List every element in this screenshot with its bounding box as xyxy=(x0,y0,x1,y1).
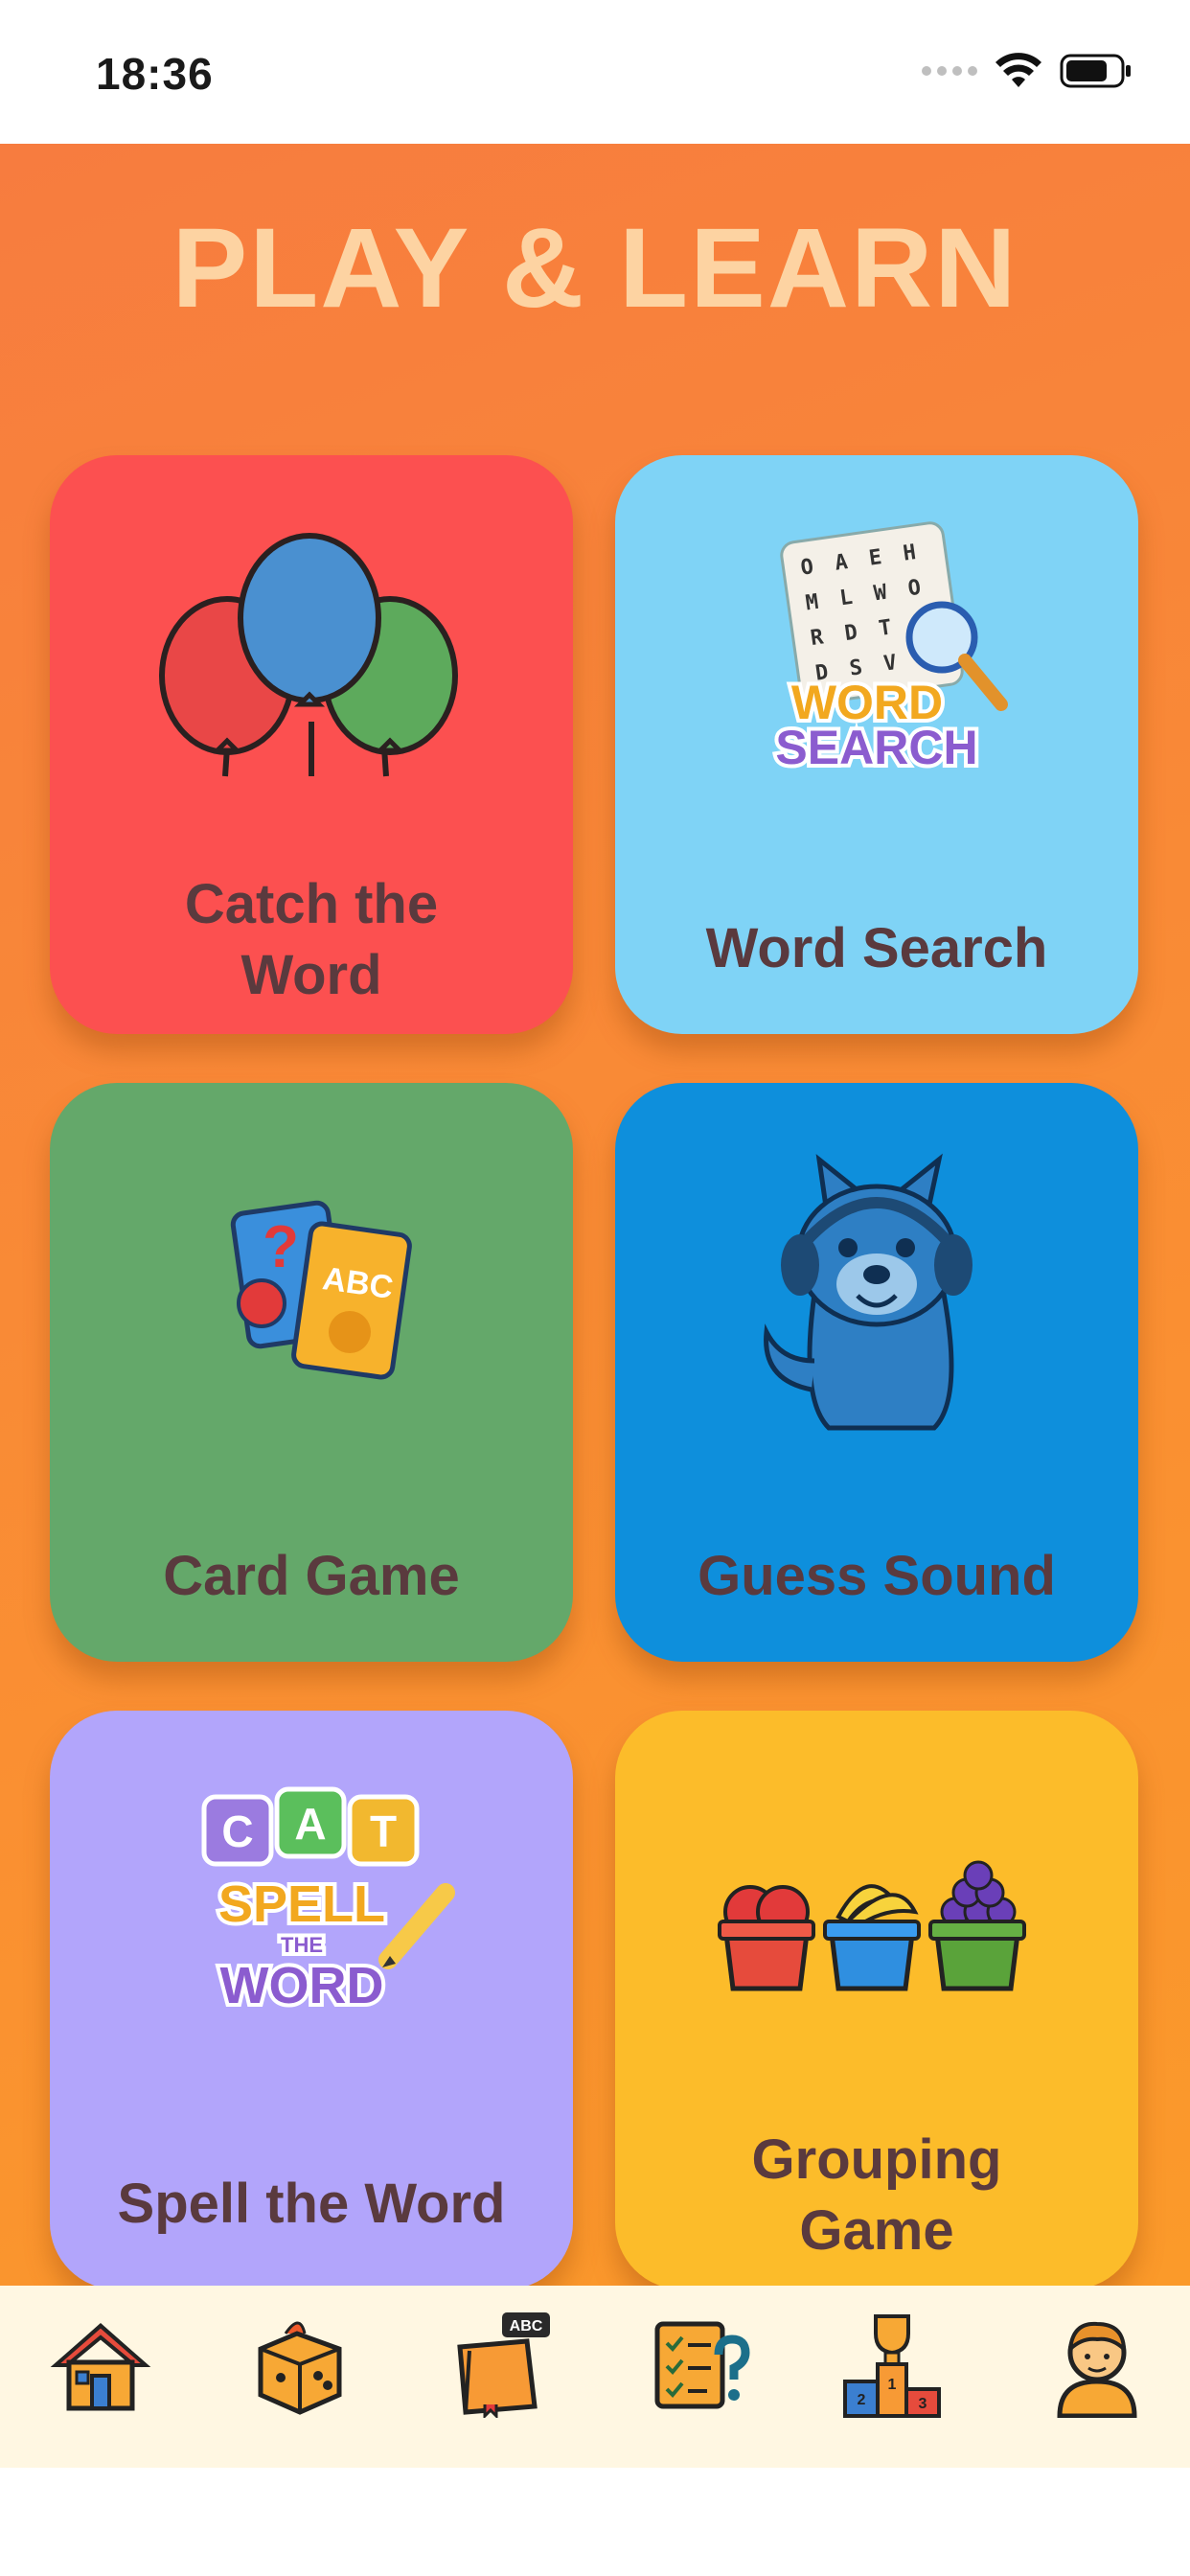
svg-text:SPELL: SPELL xyxy=(218,1875,385,1933)
game-card-grouping-game[interactable]: Grouping Game xyxy=(615,1711,1138,2286)
balloons-icon xyxy=(50,513,573,800)
word-search-logo-icon: O A E H M L W O R D T O D S V D xyxy=(615,513,1138,800)
game-card-catch-the-word[interactable]: Catch the Word xyxy=(50,455,573,1034)
cellular-signal-icon xyxy=(922,66,977,76)
svg-text:THE: THE xyxy=(281,1933,323,1957)
nav-library[interactable]: ABC xyxy=(446,2312,552,2420)
game-card-card-game[interactable]: ? ABC Card Game xyxy=(50,1083,573,1662)
svg-text:C: C xyxy=(221,1806,253,1856)
main-content: PLAY & LEARN Catch the Word O A E H M L … xyxy=(0,144,1190,2286)
house-icon xyxy=(50,2322,151,2411)
dice-icon xyxy=(258,2321,342,2415)
svg-text:3: 3 xyxy=(919,2396,927,2412)
flash-cards-icon: ? ABC xyxy=(50,1140,573,1428)
nav-leaderboard[interactable]: 2 1 3 xyxy=(839,2312,945,2418)
svg-text:1: 1 xyxy=(888,2377,897,2393)
game-label: Spell the Word xyxy=(117,2173,506,2235)
trophy-podium-icon: 2 1 3 xyxy=(843,2314,941,2418)
status-bar: 18:36 xyxy=(0,0,1190,144)
game-card-word-search[interactable]: O A E H M L W O R D T O D S V D xyxy=(615,455,1138,1034)
spell-the-word-logo-icon: C A T SPELL THE WORD xyxy=(50,1768,573,2056)
game-label: Catch the Word xyxy=(184,873,439,1006)
nav-home[interactable] xyxy=(48,2312,153,2418)
wifi-icon xyxy=(995,53,1041,87)
nav-profile[interactable] xyxy=(1044,2312,1150,2419)
svg-text:ABC: ABC xyxy=(510,2318,543,2334)
svg-text:WORD: WORD xyxy=(220,1957,384,2014)
svg-text:A: A xyxy=(294,1799,326,1849)
svg-text:?: ? xyxy=(263,1214,299,1280)
nav-play[interactable] xyxy=(247,2312,353,2418)
game-label: Word Search xyxy=(705,917,1048,979)
svg-text:2: 2 xyxy=(858,2392,866,2408)
bottom-navigation: ABC 2 1 3 xyxy=(0,2286,1190,2468)
svg-text:SEARCH: SEARCH xyxy=(775,721,977,774)
svg-text:T: T xyxy=(370,1806,397,1856)
status-time: 18:36 xyxy=(96,49,214,99)
game-card-guess-sound[interactable]: Guess Sound xyxy=(615,1083,1138,1662)
status-icons xyxy=(922,53,1133,89)
puppy-headphones-icon xyxy=(615,1140,1138,1431)
home-indicator-area xyxy=(0,2468,1190,2576)
abc-book-icon: ABC xyxy=(457,2312,550,2420)
game-label: Guess Sound xyxy=(698,1545,1056,1607)
battery-icon xyxy=(1060,54,1131,88)
fruit-baskets-icon xyxy=(615,1768,1138,2056)
quiz-checklist-icon xyxy=(654,2321,750,2409)
game-label: Card Game xyxy=(163,1545,460,1607)
page-title: PLAY & LEARN xyxy=(172,205,1018,332)
profile-avatar-icon xyxy=(1057,2321,1137,2419)
game-label: Grouping Game xyxy=(751,2128,1002,2262)
game-card-spell-the-word[interactable]: C A T SPELL THE WORD Spell the Word xyxy=(50,1711,573,2286)
nav-quiz[interactable] xyxy=(646,2312,751,2418)
